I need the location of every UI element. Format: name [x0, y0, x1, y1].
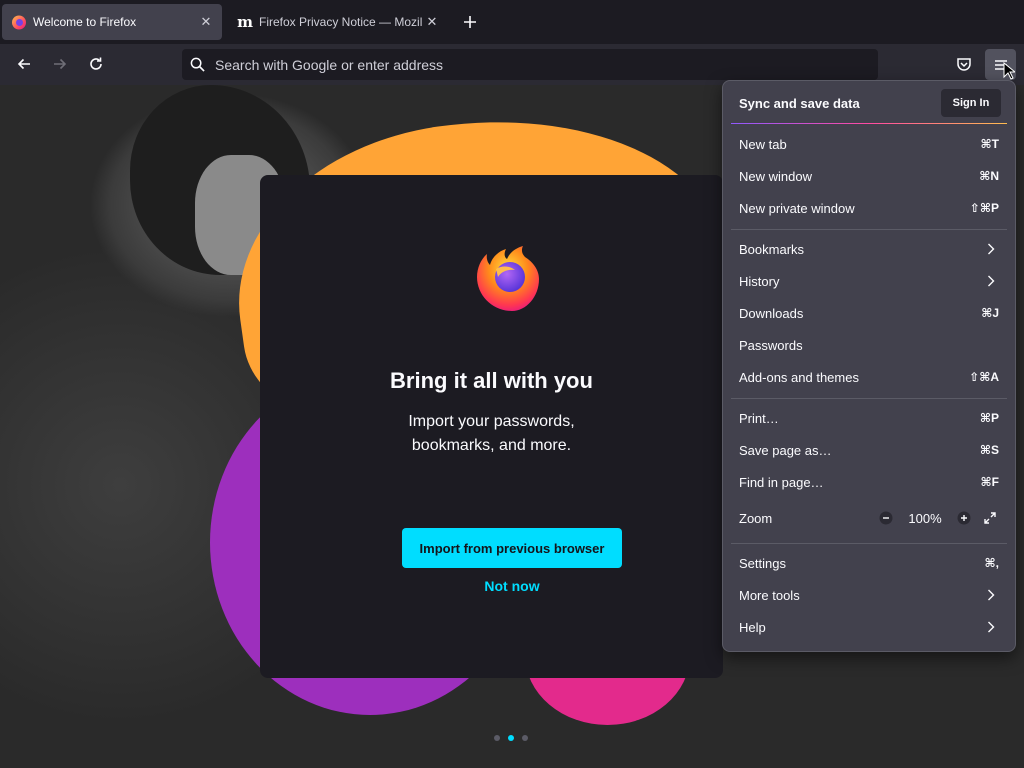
menu-item-shortcut: ⌘T [980, 137, 999, 151]
menu-item-shortcut: ⌘, [984, 556, 999, 570]
menu-item-zoom: Zoom 100% [731, 503, 1007, 533]
menu-item-label: Settings [739, 555, 786, 571]
tab-strip: Welcome to Firefox ✕ m Firefox Privacy N… [0, 0, 1024, 44]
zoom-controls: 100% [877, 509, 999, 527]
menu-item-new-private-window[interactable]: New private window ⇧⌘P [731, 193, 1007, 223]
chevron-right-icon [983, 587, 999, 603]
menu-item-find-in-page[interactable]: Find in page… ⌘F [731, 467, 1007, 497]
welcome-subtitle-line-2: bookmarks, and more. [411, 437, 572, 454]
menu-item-save-page-as[interactable]: Save page as… ⌘S [731, 435, 1007, 465]
menu-item-new-tab[interactable]: New tab ⌘T [731, 129, 1007, 159]
url-input[interactable] [215, 56, 878, 73]
menu-item-label: Add-ons and themes [739, 369, 859, 385]
step-dot [494, 735, 500, 741]
import-from-previous-browser-button[interactable]: Import from previous browser [402, 528, 622, 568]
menu-item-new-window[interactable]: New window ⌘N [731, 161, 1007, 191]
menu-item-passwords[interactable]: Passwords [731, 330, 1007, 360]
menu-item-label: Downloads [739, 305, 804, 321]
step-indicator [494, 735, 528, 741]
menu-separator [731, 229, 1007, 230]
close-tab-icon[interactable]: ✕ [196, 12, 216, 32]
menu-item-label: History [739, 273, 780, 289]
menu-item-shortcut: ⌘N [979, 169, 999, 183]
welcome-subtitle: Import your passwords, bookmarks, and mo… [240, 410, 743, 458]
menu-item-more-tools[interactable]: More tools [731, 580, 1007, 610]
menu-item-bookmarks[interactable]: Bookmarks [731, 234, 1007, 264]
menu-item-history[interactable]: History [731, 266, 1007, 296]
menu-separator [731, 398, 1007, 399]
menu-item-label: Find in page… [739, 474, 824, 490]
firefox-logo-icon [472, 235, 552, 315]
menu-item-settings[interactable]: Settings ⌘, [731, 548, 1007, 578]
sync-label: Sync and save data [739, 96, 860, 111]
menu-item-help[interactable]: Help [731, 612, 1007, 642]
menu-item-shortcut: ⌘J [981, 306, 999, 320]
menu-item-label: Print… [739, 410, 779, 426]
zoom-in-icon[interactable] [955, 509, 973, 527]
menu-item-label: New tab [739, 136, 787, 152]
menu-item-shortcut: ⌘P [979, 411, 999, 425]
forward-arrow-icon[interactable] [46, 50, 74, 78]
fullscreen-icon[interactable] [981, 509, 999, 527]
not-now-link[interactable]: Not now [452, 578, 572, 594]
close-tab-icon[interactable]: ✕ [422, 12, 442, 32]
menu-item-label: Help [739, 619, 766, 635]
menu-item-label: Save page as… [739, 442, 832, 458]
chevron-right-icon [983, 241, 999, 257]
search-icon [189, 57, 205, 73]
menu-item-print[interactable]: Print… ⌘P [731, 403, 1007, 433]
welcome-heading: Bring it all with you [390, 368, 593, 393]
menu-item-label: Bookmarks [739, 241, 805, 257]
menu-separator [731, 543, 1007, 544]
mozilla-m-icon: m [237, 13, 253, 31]
step-dot-current [508, 735, 514, 741]
new-tab-plus-icon[interactable] [458, 10, 482, 34]
zoom-level[interactable]: 100% [903, 511, 947, 526]
chevron-right-icon [983, 273, 999, 289]
menu-item-downloads[interactable]: Downloads ⌘J [731, 298, 1007, 328]
menu-item-label: Passwords [739, 337, 803, 353]
reload-icon[interactable] [82, 50, 110, 78]
sync-header: Sync and save data Sign In [723, 81, 1015, 125]
tab-title: Firefox Privacy Notice — Mozilla [259, 15, 422, 29]
menu-item-label: New window [739, 168, 812, 184]
menu-item-shortcut: ⇧⌘A [969, 370, 999, 384]
address-bar[interactable] [182, 49, 878, 80]
navigation-toolbar [0, 44, 1024, 85]
tab-welcome-to-firefox[interactable]: Welcome to Firefox ✕ [2, 4, 222, 40]
step-dot [522, 735, 528, 741]
mouse-cursor-icon [1003, 61, 1017, 80]
back-arrow-icon[interactable] [10, 50, 38, 78]
tab-firefox-privacy-notice[interactable]: m Firefox Privacy Notice — Mozilla ✕ [228, 4, 448, 40]
chevron-right-icon [983, 619, 999, 635]
sign-in-button[interactable]: Sign In [941, 89, 1001, 117]
gradient-divider [731, 123, 1007, 124]
menu-item-shortcut: ⇧⌘P [969, 201, 999, 215]
menu-item-label: Zoom [739, 510, 773, 526]
welcome-subtitle-line-1: Import your passwords, [408, 413, 575, 430]
menu-item-label: New private window [739, 200, 855, 216]
firefox-icon [11, 14, 27, 30]
pocket-icon[interactable] [950, 50, 978, 78]
welcome-card: Bring it all with you Import your passwo… [260, 175, 723, 741]
menu-item-add-ons-and-themes[interactable]: Add-ons and themes ⇧⌘A [731, 362, 1007, 392]
tab-title: Welcome to Firefox [33, 15, 137, 29]
app-menu-panel: Sync and save data Sign In New tab ⌘T Ne… [722, 80, 1016, 652]
menu-item-label: More tools [739, 587, 800, 603]
zoom-out-icon[interactable] [877, 509, 895, 527]
menu-item-shortcut: ⌘F [980, 475, 999, 489]
menu-item-shortcut: ⌘S [979, 443, 999, 457]
